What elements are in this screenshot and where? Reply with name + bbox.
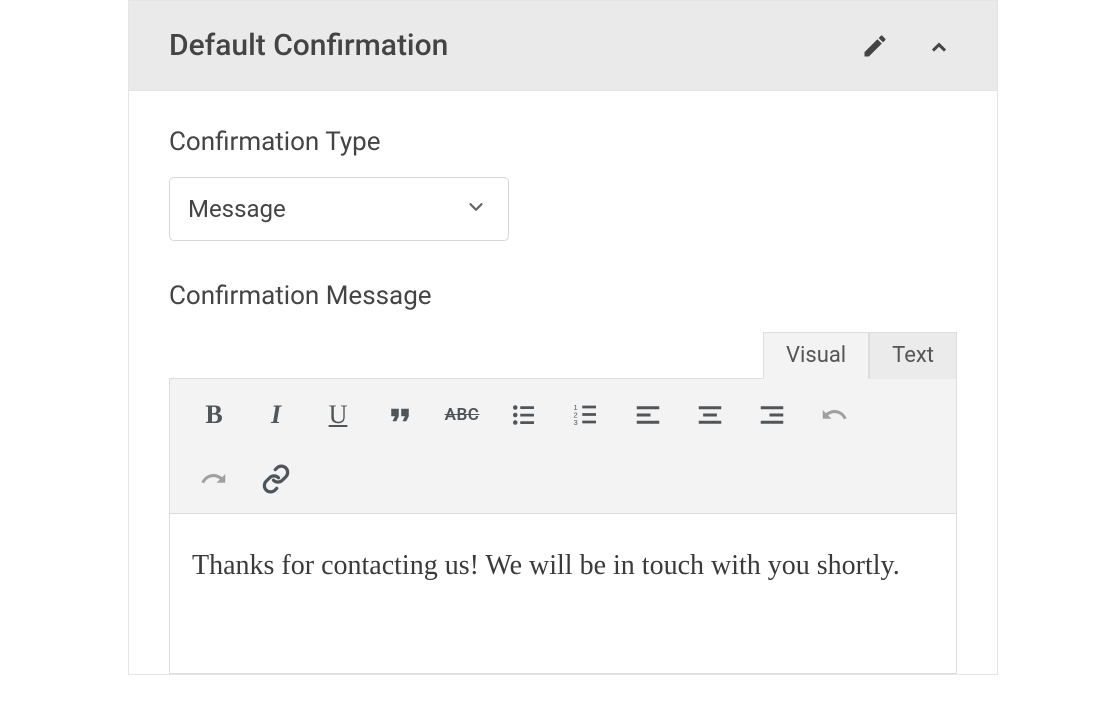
align-left-icon bbox=[633, 400, 663, 430]
strikethrough-button[interactable]: ABC bbox=[436, 393, 488, 437]
italic-button[interactable]: I bbox=[250, 393, 302, 437]
chevron-up-icon bbox=[922, 29, 956, 63]
undo-icon bbox=[819, 400, 849, 430]
pencil-icon bbox=[861, 32, 889, 60]
quote-icon bbox=[385, 400, 415, 430]
numbered-list-button[interactable]: 1 2 3 bbox=[560, 393, 612, 437]
header-actions bbox=[857, 28, 957, 64]
editor-toolbar: B I U ABC 1 bbox=[169, 378, 957, 514]
link-button[interactable] bbox=[250, 457, 302, 501]
numbered-list-icon: 1 2 3 bbox=[571, 400, 601, 430]
editor-content[interactable]: Thanks for contacting us! We will be in … bbox=[169, 514, 957, 674]
redo-button[interactable] bbox=[188, 457, 240, 501]
edit-button[interactable] bbox=[857, 28, 893, 64]
confirmation-message-label: Confirmation Message bbox=[169, 281, 957, 311]
svg-text:3: 3 bbox=[574, 418, 578, 427]
panel-title: Default Confirmation bbox=[169, 28, 448, 63]
collapse-button[interactable] bbox=[921, 28, 957, 64]
blockquote-button[interactable] bbox=[374, 393, 426, 437]
align-center-icon bbox=[695, 400, 725, 430]
editor-tabs: Visual Text bbox=[169, 331, 957, 378]
tab-visual[interactable]: Visual bbox=[763, 332, 869, 379]
align-right-icon bbox=[757, 400, 787, 430]
link-icon bbox=[261, 464, 291, 494]
undo-button[interactable] bbox=[808, 393, 860, 437]
align-right-button[interactable] bbox=[746, 393, 798, 437]
underline-button[interactable]: U bbox=[312, 393, 364, 437]
tab-text[interactable]: Text bbox=[869, 332, 957, 379]
bold-button[interactable]: B bbox=[188, 393, 240, 437]
align-center-button[interactable] bbox=[684, 393, 736, 437]
confirmation-type-label: Confirmation Type bbox=[169, 127, 957, 157]
bullet-list-icon bbox=[509, 400, 539, 430]
confirmation-type-select[interactable]: Message bbox=[169, 177, 509, 241]
editor: Visual Text B I U ABC bbox=[169, 331, 957, 674]
redo-icon bbox=[199, 464, 229, 494]
confirmation-type-select-wrap: Message bbox=[169, 177, 509, 241]
align-left-button[interactable] bbox=[622, 393, 674, 437]
bullet-list-button[interactable] bbox=[498, 393, 550, 437]
confirmation-type-value: Message bbox=[188, 195, 286, 223]
confirmation-panel: Default Confirmation Confirmation Type M… bbox=[128, 0, 998, 675]
panel-body: Confirmation Type Message Confirmation M… bbox=[129, 91, 997, 674]
panel-header: Default Confirmation bbox=[129, 1, 997, 91]
